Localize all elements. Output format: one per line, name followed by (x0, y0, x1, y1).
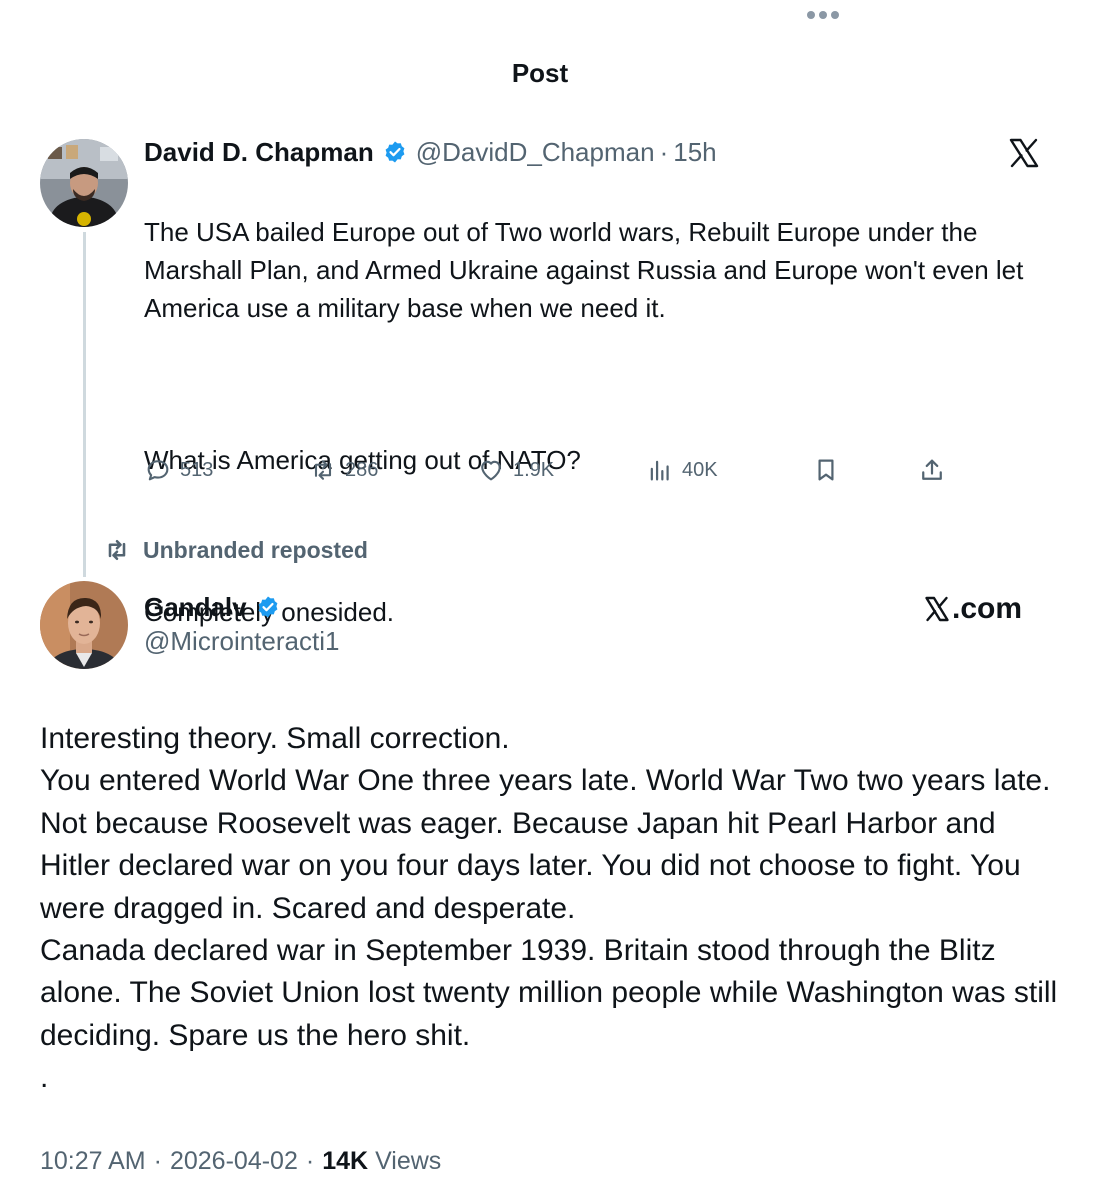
repost-context: Unbranded reposted (103, 534, 368, 566)
avatar-image (40, 139, 128, 227)
like-count: 1.9K (513, 458, 555, 481)
reply-count: 513 (180, 458, 214, 481)
post-action-bar: 513 286 1.9K 40K (144, 452, 954, 488)
reply-button[interactable]: 513 (144, 452, 213, 488)
views-count[interactable]: 14K (322, 1147, 368, 1176)
page-title: Post (511, 58, 569, 88)
more-options-button[interactable] (800, 2, 846, 28)
avatar-image (40, 581, 128, 669)
repost-icon (314, 460, 332, 480)
post-line: You entered World War One three years la… (40, 764, 1051, 925)
reply-icon (147, 460, 169, 481)
share-button[interactable] (918, 452, 954, 488)
thread-connector-line (83, 232, 86, 577)
repost-button[interactable]: 286 (309, 452, 378, 488)
analytics-icon (650, 460, 669, 481)
author-name[interactable]: David D. Chapman (144, 137, 374, 168)
post-detail-page: Post David D. Chapman @DavidD_Chapman · … (0, 0, 1108, 1200)
repost-count: 286 (345, 458, 379, 481)
verified-badge-icon (383, 140, 407, 164)
post-time[interactable]: 15h (673, 137, 716, 168)
repost-icon (108, 539, 126, 561)
author-name[interactable]: Gandalv (144, 592, 247, 623)
heart-icon (481, 460, 501, 481)
repost-label[interactable]: Unbranded reposted (143, 537, 368, 564)
bookmark-icon (818, 459, 834, 481)
views-button[interactable]: 40K (646, 452, 718, 488)
x-logo-icon[interactable] (1008, 138, 1040, 168)
like-button[interactable]: 1.9K (477, 452, 554, 488)
post-line: Canada declared war in September 1939. B… (40, 934, 1058, 1052)
separator-dot: · (659, 136, 669, 167)
post-line: . (40, 1061, 49, 1095)
separator-dot: · (153, 1146, 162, 1175)
more-horizontal-icon (807, 11, 839, 19)
share-icon (922, 459, 942, 480)
main-post-header: Gandalv (144, 590, 289, 624)
post-time[interactable]: 10:27 AM (40, 1147, 146, 1176)
avatar-gandalv[interactable] (40, 581, 128, 669)
post-line: Interesting theory. Small correction. (40, 722, 510, 755)
separator-dot: · (305, 1146, 315, 1175)
verified-badge-icon (256, 595, 280, 619)
quoted-post-header: David D. Chapman @DavidD_Chapman · 15h (144, 135, 717, 169)
main-post-text: Interesting theory. Small correction. Yo… (40, 718, 1060, 1100)
author-handle[interactable]: @Microinteracti1 (144, 626, 339, 657)
x-com-link[interactable]: .com (924, 590, 1022, 628)
post-meta: 10:27 AM · 2026-04-02 · 14K Views (40, 1144, 441, 1178)
post-paragraph: The USA bailed Europe out of Two world w… (144, 217, 1024, 323)
x-logo-icon (925, 596, 949, 622)
author-handle[interactable]: @DavidD_Chapman (416, 137, 655, 168)
paragraph-spacer (144, 365, 1054, 403)
view-count: 40K (682, 458, 718, 481)
avatar-david-chapman[interactable] (40, 139, 128, 227)
post-date[interactable]: 2026-04-02 (170, 1147, 298, 1176)
views-label: Views (375, 1146, 442, 1175)
bookmark-button[interactable] (812, 452, 848, 488)
x-com-label: .com (952, 592, 1023, 625)
